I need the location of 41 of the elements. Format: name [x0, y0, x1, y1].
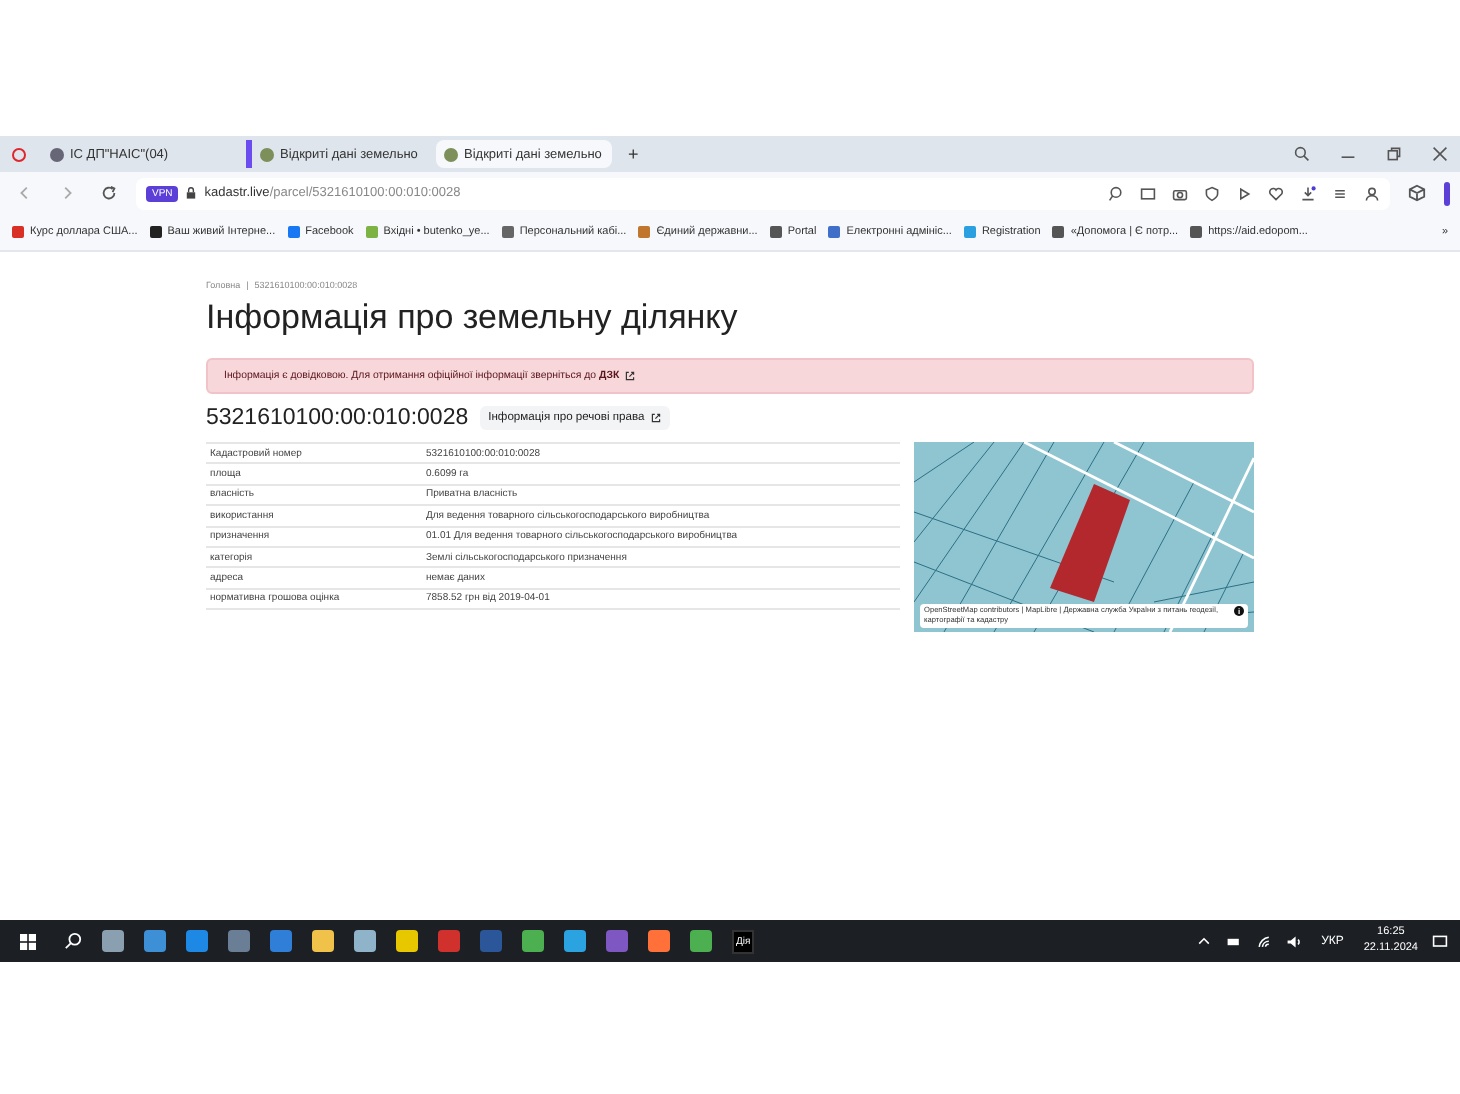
taskbar-app-icon[interactable]	[522, 930, 544, 952]
taskbar-app-icon[interactable]	[144, 930, 166, 952]
windows-start-icon[interactable]	[20, 933, 36, 949]
reload-icon[interactable]	[100, 184, 118, 202]
battery-icon[interactable]	[1225, 933, 1242, 949]
sidebar-indicator	[1444, 181, 1450, 205]
volume-icon[interactable]	[1285, 933, 1302, 949]
search-icon[interactable]	[64, 932, 82, 950]
taskbar-app-icon[interactable]	[312, 930, 334, 952]
taskbar-app-icon[interactable]	[690, 930, 712, 952]
external-link-icon[interactable]	[623, 370, 636, 382]
wifi-icon[interactable]	[1255, 933, 1272, 949]
notification-icon[interactable]	[1432, 933, 1448, 949]
external-link-icon	[650, 412, 663, 424]
taskbar-app-icon[interactable]	[354, 930, 376, 952]
play-icon[interactable]	[1236, 185, 1252, 201]
chevron-up-icon[interactable]	[1195, 933, 1212, 949]
cadastral-number: 5321610100:00:010:0028	[206, 406, 469, 430]
taskbar-app-icon[interactable]	[648, 930, 670, 952]
taskbar-app-icon[interactable]	[102, 930, 124, 952]
close-icon[interactable]	[1432, 146, 1448, 162]
list-icon[interactable]	[1332, 185, 1348, 201]
cube-icon[interactable]	[1408, 184, 1426, 202]
taskbar-app-icon[interactable]	[438, 930, 460, 952]
lock-icon[interactable]	[184, 186, 199, 200]
parcel-shape[interactable]	[1050, 484, 1130, 602]
zoom-icon[interactable]	[1108, 185, 1124, 201]
download-icon[interactable]	[1300, 185, 1316, 201]
heart-icon[interactable]	[1268, 185, 1284, 201]
opera-logo-icon[interactable]	[12, 147, 26, 161]
taskbar-app-icon[interactable]	[564, 930, 586, 952]
page-title: Інформація про земельну ділянку	[206, 298, 740, 338]
user-icon[interactable]	[1364, 185, 1380, 201]
taskbar-app-icon[interactable]	[270, 930, 292, 952]
camera-icon[interactable]	[1172, 185, 1188, 201]
shield-icon[interactable]	[1204, 185, 1220, 201]
taskbar-app-icon[interactable]	[228, 930, 250, 952]
new-tab-button[interactable]: +	[620, 144, 647, 164]
taskbar-app-icon[interactable]	[396, 930, 418, 952]
restore-icon[interactable]	[1386, 146, 1402, 162]
taskbar-app-icon[interactable]	[186, 930, 208, 952]
